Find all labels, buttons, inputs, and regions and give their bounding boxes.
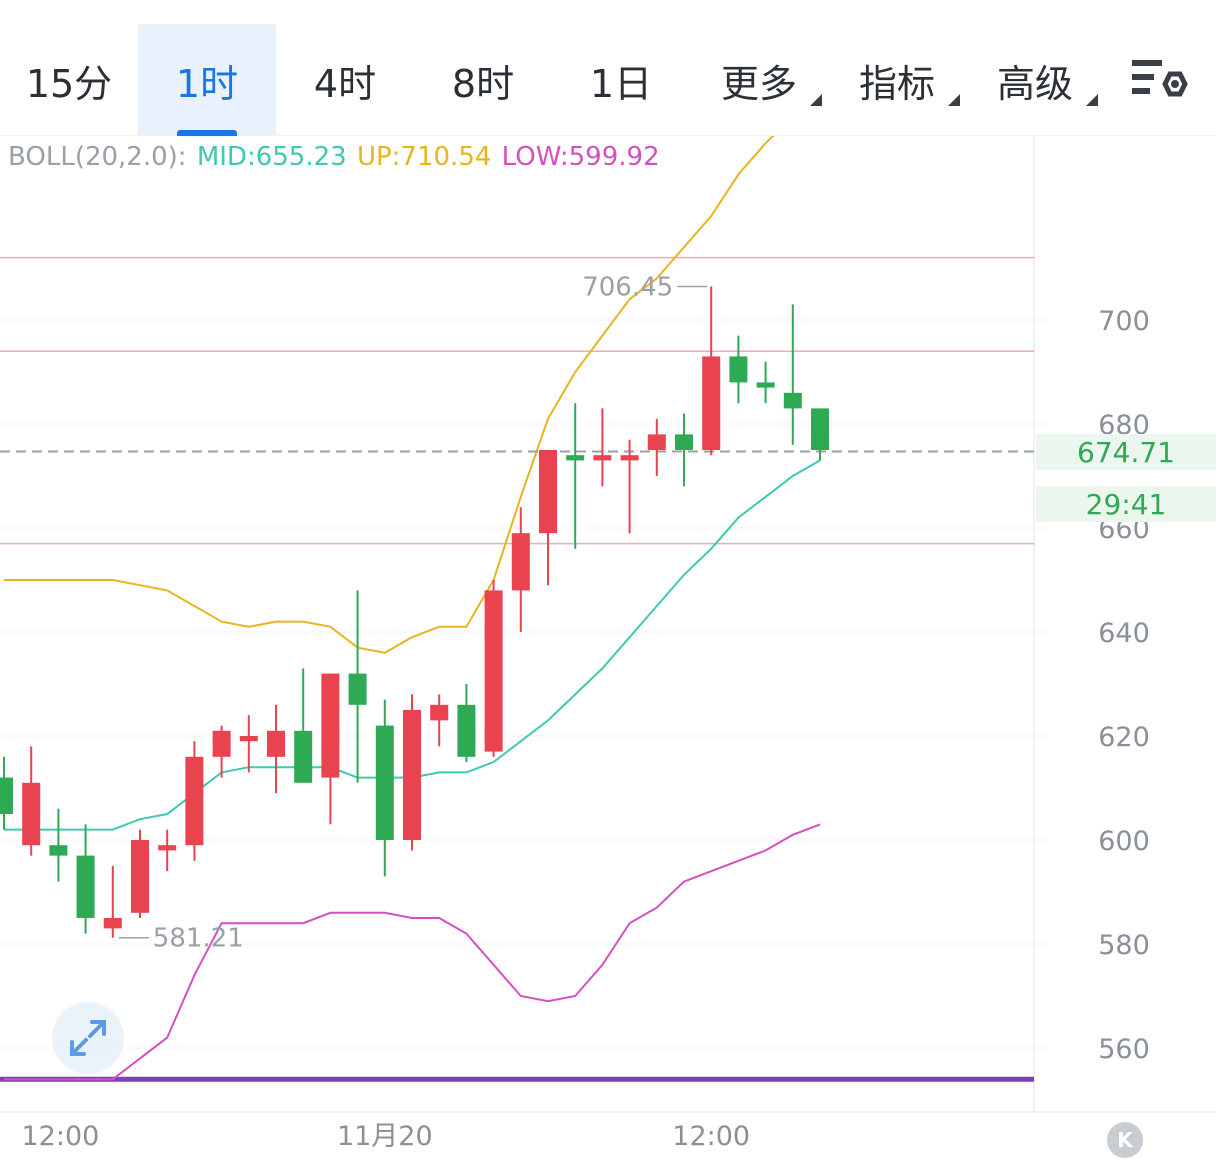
x-tick-label: 12:00 <box>21 1121 99 1152</box>
boll-legend-up: UP:710.54 <box>356 142 492 172</box>
low-price-label: 581.21 <box>153 924 244 954</box>
dropdown-caret-icon <box>1086 94 1098 106</box>
candle-body <box>22 782 41 846</box>
candle-body <box>76 855 95 918</box>
tab-label: 高级 <box>996 61 1073 106</box>
candle-body <box>783 392 802 409</box>
candle-body <box>0 777 13 814</box>
candle-body <box>729 356 748 383</box>
tab-label: 1时 <box>175 61 239 106</box>
tab-2[interactable]: 4时 <box>276 24 414 136</box>
candle-body <box>756 382 775 388</box>
candle-body <box>675 434 693 450</box>
candle-body <box>457 704 476 757</box>
y-tick-label: 700 <box>1098 306 1150 337</box>
expand-icon <box>70 1020 106 1056</box>
tab-1[interactable]: 1时 <box>138 24 276 136</box>
chart-settings-icon[interactable] <box>1130 56 1188 106</box>
candle-body <box>647 434 666 450</box>
candle-body <box>620 455 639 461</box>
dropdown-caret-icon <box>810 94 822 106</box>
fullscreen-button[interactable] <box>52 1002 124 1074</box>
tab-4[interactable]: 1日 <box>552 24 690 136</box>
y-tick-label: 620 <box>1098 722 1150 753</box>
tab-7[interactable]: 高级 <box>966 24 1104 136</box>
chart-area[interactable]: 560 580 600 620 640 660 680 700 706.45 581.21 12:0… <box>0 136 1216 1162</box>
current-price-tag: 674.71 <box>1036 434 1216 470</box>
boll-legend-name: BOLL(20,2.0): <box>8 142 187 172</box>
tab-5[interactable]: 更多 <box>690 24 828 136</box>
candle-body <box>348 673 367 705</box>
y-tick-label: 640 <box>1098 618 1150 649</box>
tab-label: 8时 <box>451 61 515 106</box>
candle-body <box>321 673 340 778</box>
boll-legend: BOLL(20,2.0): MID:655.23 UP:710.54 LOW:5… <box>8 142 662 172</box>
y-tick-label: 580 <box>1098 930 1150 961</box>
y-tick-label: 560 <box>1098 1034 1150 1065</box>
candle-body <box>185 756 204 846</box>
candle-body <box>811 408 829 450</box>
tab-label: 指标 <box>858 61 935 106</box>
candle-body <box>267 730 285 757</box>
period-toolbar: 15分 1时 4时 8时 1日 更多 指标 高级 <box>0 0 1216 136</box>
candle-body <box>294 730 313 783</box>
candlestick-chart[interactable]: 560580600620640660680700706.45581.2112:0… <box>0 136 1216 1162</box>
k-line-button[interactable]: K <box>1107 1122 1143 1158</box>
dropdown-caret-icon <box>948 94 960 106</box>
candle-body <box>158 845 177 851</box>
tab-label: 4时 <box>313 61 377 106</box>
x-tick-label: 12:00 <box>672 1121 750 1152</box>
candle-body <box>702 356 721 450</box>
tab-0[interactable]: 15分 <box>0 24 138 136</box>
tab-3[interactable]: 8时 <box>414 24 552 136</box>
high-price-label: 706.45 <box>582 272 673 302</box>
candle-body <box>511 533 530 591</box>
x-tick-label: 11月20 <box>337 1121 433 1152</box>
candle-body <box>103 918 122 929</box>
candle-body <box>403 710 421 840</box>
tab-label: 1日 <box>589 61 653 106</box>
candle-countdown-tag: 29:41 <box>1036 486 1216 522</box>
boll-legend-mid: MID:655.23 <box>196 142 347 172</box>
candle-body <box>539 450 557 534</box>
candle-body <box>131 840 149 913</box>
candle-body <box>593 455 612 461</box>
candle-body <box>484 590 503 752</box>
candle-body <box>49 845 68 856</box>
candle-body <box>239 736 258 742</box>
candle-body <box>430 704 449 721</box>
boll-legend-low: LOW:599.92 <box>501 142 660 172</box>
candle-body <box>212 730 231 757</box>
boll-lower-line <box>4 823 821 1081</box>
tab-label: 15分 <box>25 61 113 106</box>
y-tick-label: 600 <box>1098 826 1150 857</box>
candle-body <box>566 455 585 461</box>
boll-upper-line <box>4 136 775 654</box>
candle-body <box>375 725 394 840</box>
tab-label: 更多 <box>720 61 797 106</box>
tab-6[interactable]: 指标 <box>828 24 966 136</box>
